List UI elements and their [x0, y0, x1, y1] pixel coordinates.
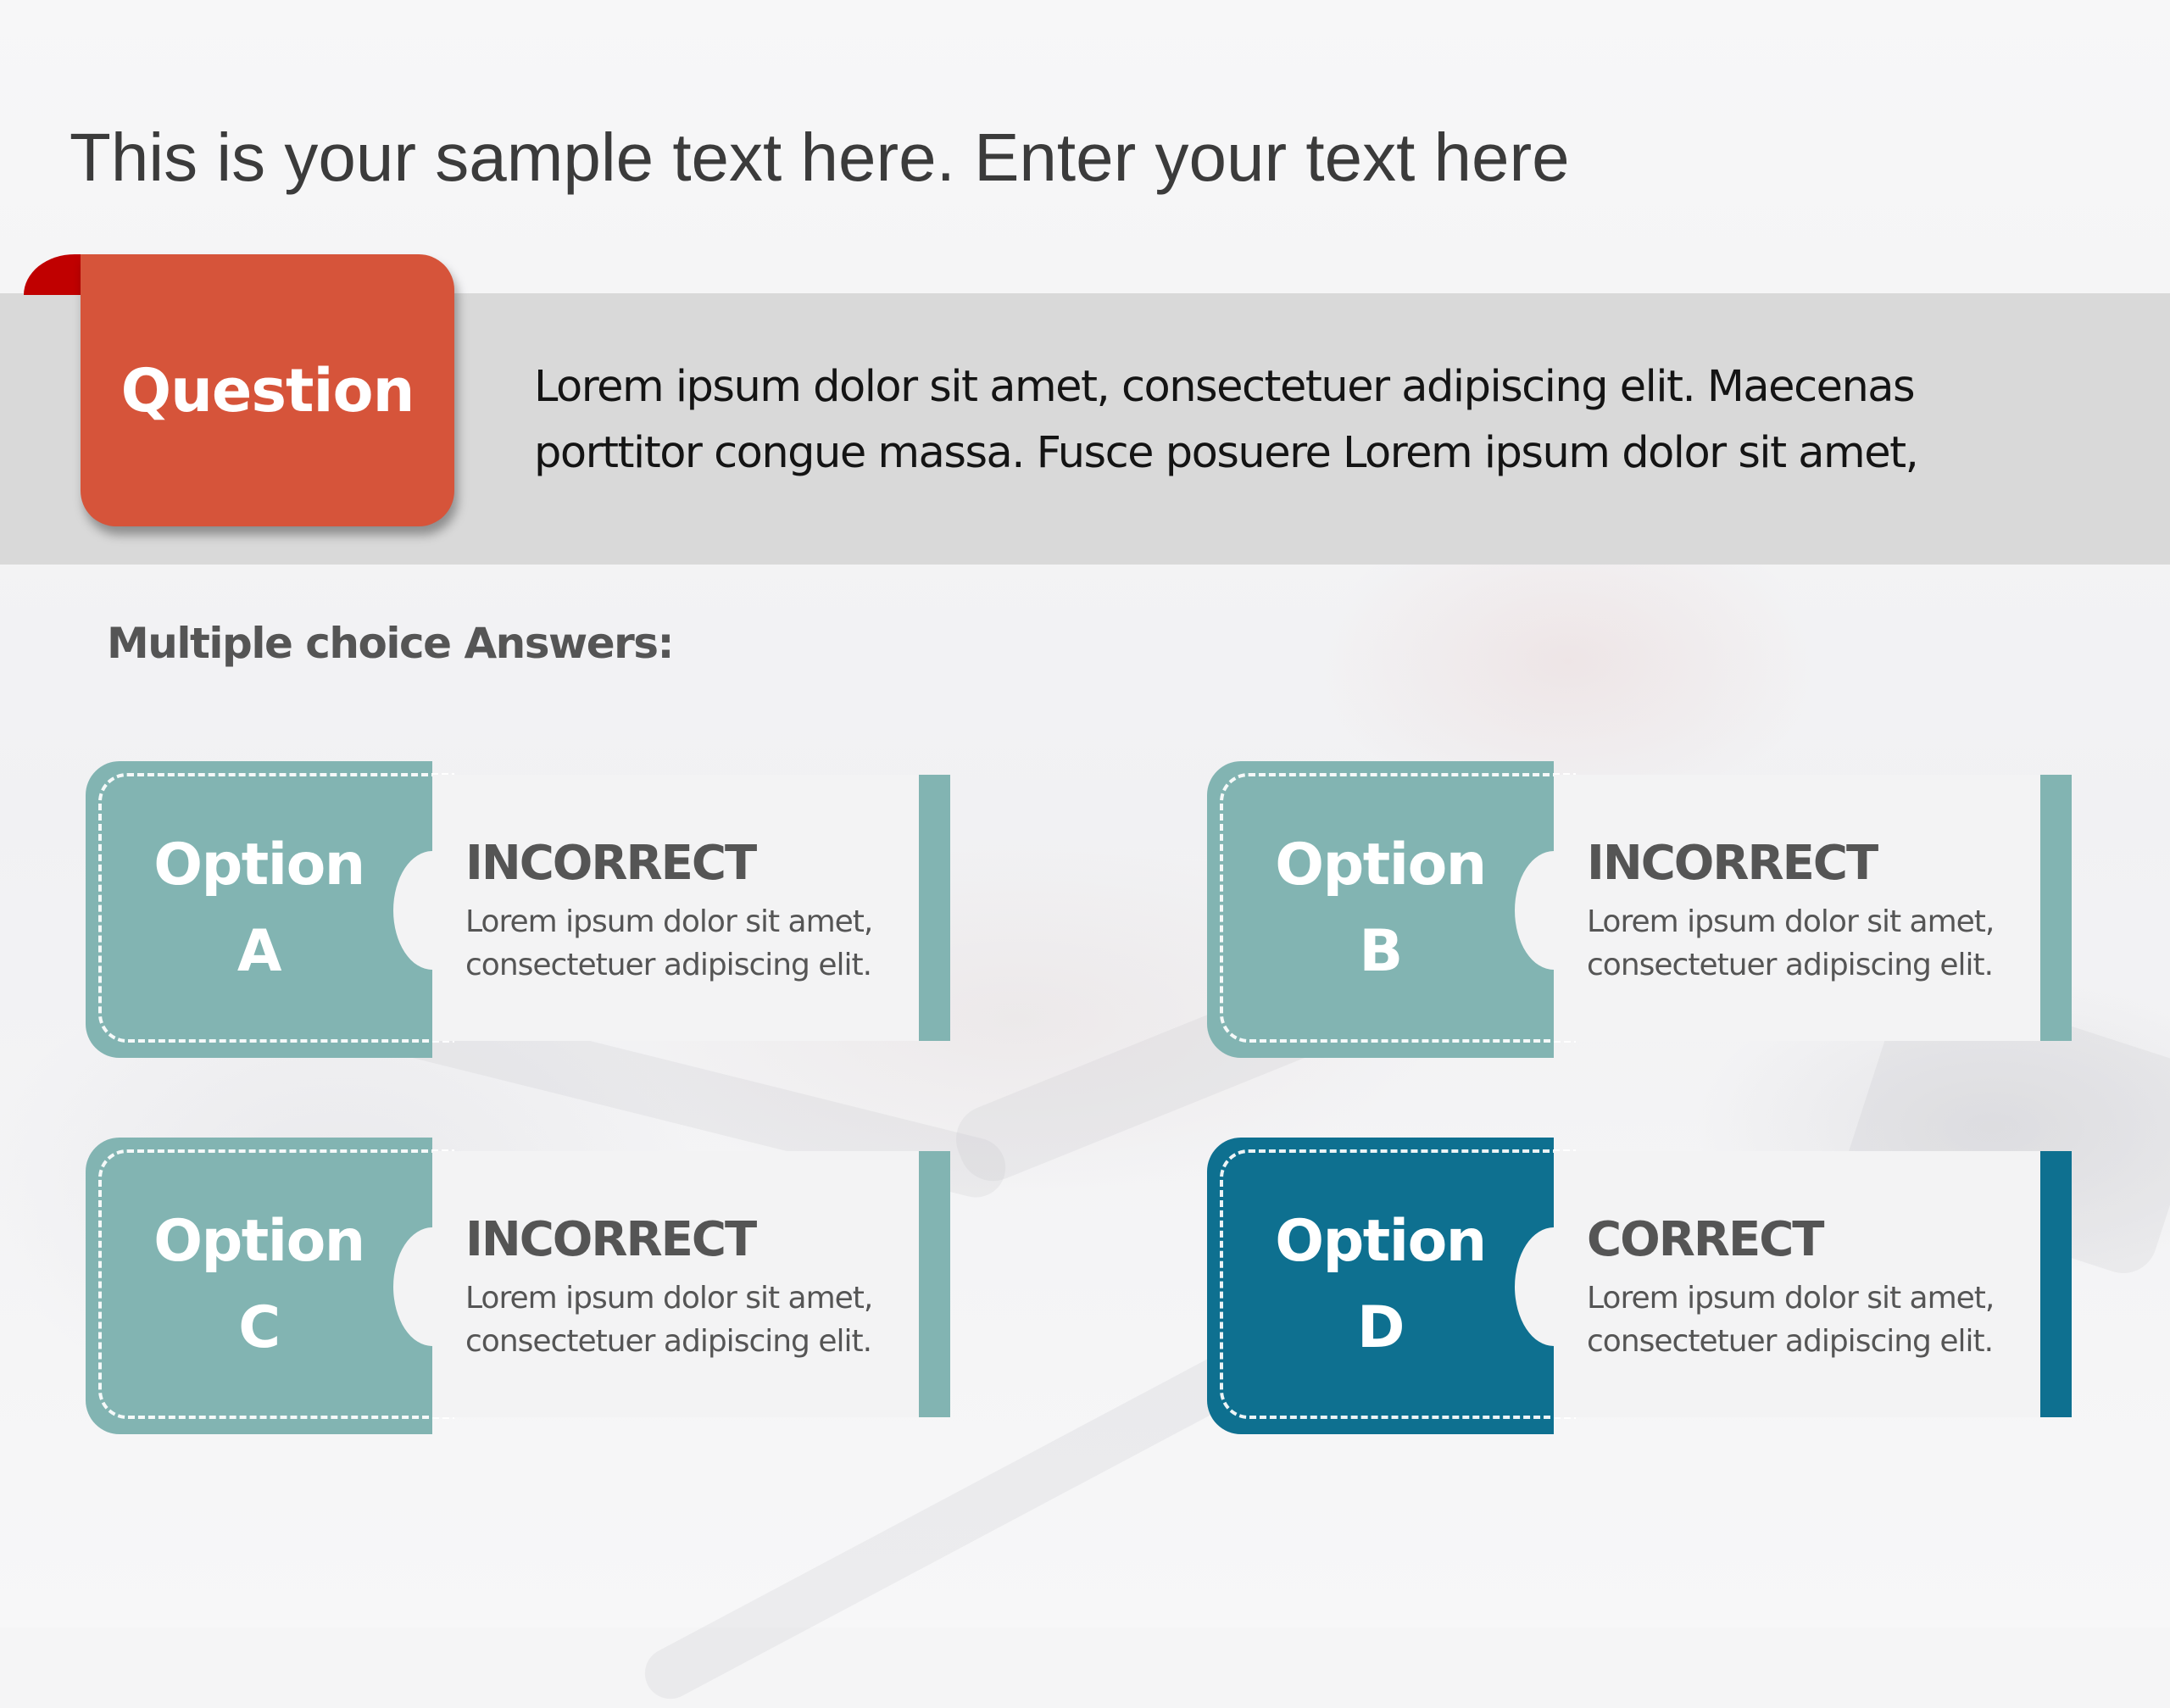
description-line: consectetuer adipiscing elit.: [1587, 1324, 1994, 1359]
description-line: Lorem ipsum dolor sit amet,: [1587, 1281, 1995, 1316]
description-line: Lorem ipsum dolor sit amet,: [465, 1281, 873, 1316]
question-text-line: porttitor congue massa. Fusce posuere Lo…: [534, 428, 1919, 478]
option-label: Option D: [1207, 1199, 1554, 1371]
answer-description: Lorem ipsum dolor sit amet, consectetuer…: [1587, 900, 1995, 987]
option-word: Option: [153, 832, 365, 899]
question-label: Question: [120, 355, 415, 426]
accent-bar: [919, 775, 950, 1041]
accent-bar: [919, 1151, 950, 1417]
description-line: consectetuer adipiscing elit.: [465, 1324, 872, 1359]
slide-title: This is your sample text here. Enter you…: [70, 120, 1570, 195]
question-text-line: Lorem ipsum dolor sit amet, consectetuer…: [534, 362, 1916, 412]
description-line: consectetuer adipiscing elit.: [465, 948, 872, 982]
answer-description: Lorem ipsum dolor sit amet, consectetuer…: [1587, 1277, 1995, 1363]
answer-status: CORRECT: [1587, 1212, 1824, 1267]
answer-card-d[interactable]: Option D CORRECT Lorem ipsum dolor sit a…: [1207, 1138, 2072, 1434]
accent-bar: [2040, 1151, 2072, 1417]
answer-status: INCORRECT: [1587, 836, 1878, 891]
option-label: Option C: [86, 1199, 432, 1371]
question-text: Lorem ipsum dolor sit amet, consectetuer…: [534, 354, 2145, 487]
option-letter: A: [236, 918, 282, 985]
answer-description: Lorem ipsum dolor sit amet, consectetuer…: [465, 900, 873, 987]
answers-heading: Multiple choice Answers:: [107, 619, 675, 668]
option-label: Option A: [86, 822, 432, 995]
option-letter: C: [238, 1294, 281, 1361]
option-word: Option: [1275, 832, 1487, 899]
option-word: Option: [153, 1208, 365, 1275]
answer-card-c[interactable]: Option C INCORRECT Lorem ipsum dolor sit…: [86, 1138, 950, 1434]
answer-card-b[interactable]: Option B INCORRECT Lorem ipsum dolor sit…: [1207, 761, 2072, 1058]
description-line: Lorem ipsum dolor sit amet,: [1587, 904, 1995, 939]
option-letter: D: [1357, 1294, 1405, 1361]
description-line: consectetuer adipiscing elit.: [1587, 948, 1994, 982]
option-letter: B: [1359, 918, 1403, 985]
description-line: Lorem ipsum dolor sit amet,: [465, 904, 873, 939]
answer-description: Lorem ipsum dolor sit amet, consectetuer…: [465, 1277, 873, 1363]
option-label: Option B: [1207, 822, 1554, 995]
answer-status: INCORRECT: [465, 836, 757, 891]
answer-status: INCORRECT: [465, 1212, 757, 1267]
question-tab: Question: [81, 254, 454, 526]
answer-card-a[interactable]: Option A INCORRECT Lorem ipsum dolor sit…: [86, 761, 950, 1058]
option-word: Option: [1275, 1208, 1487, 1275]
accent-bar: [2040, 775, 2072, 1041]
